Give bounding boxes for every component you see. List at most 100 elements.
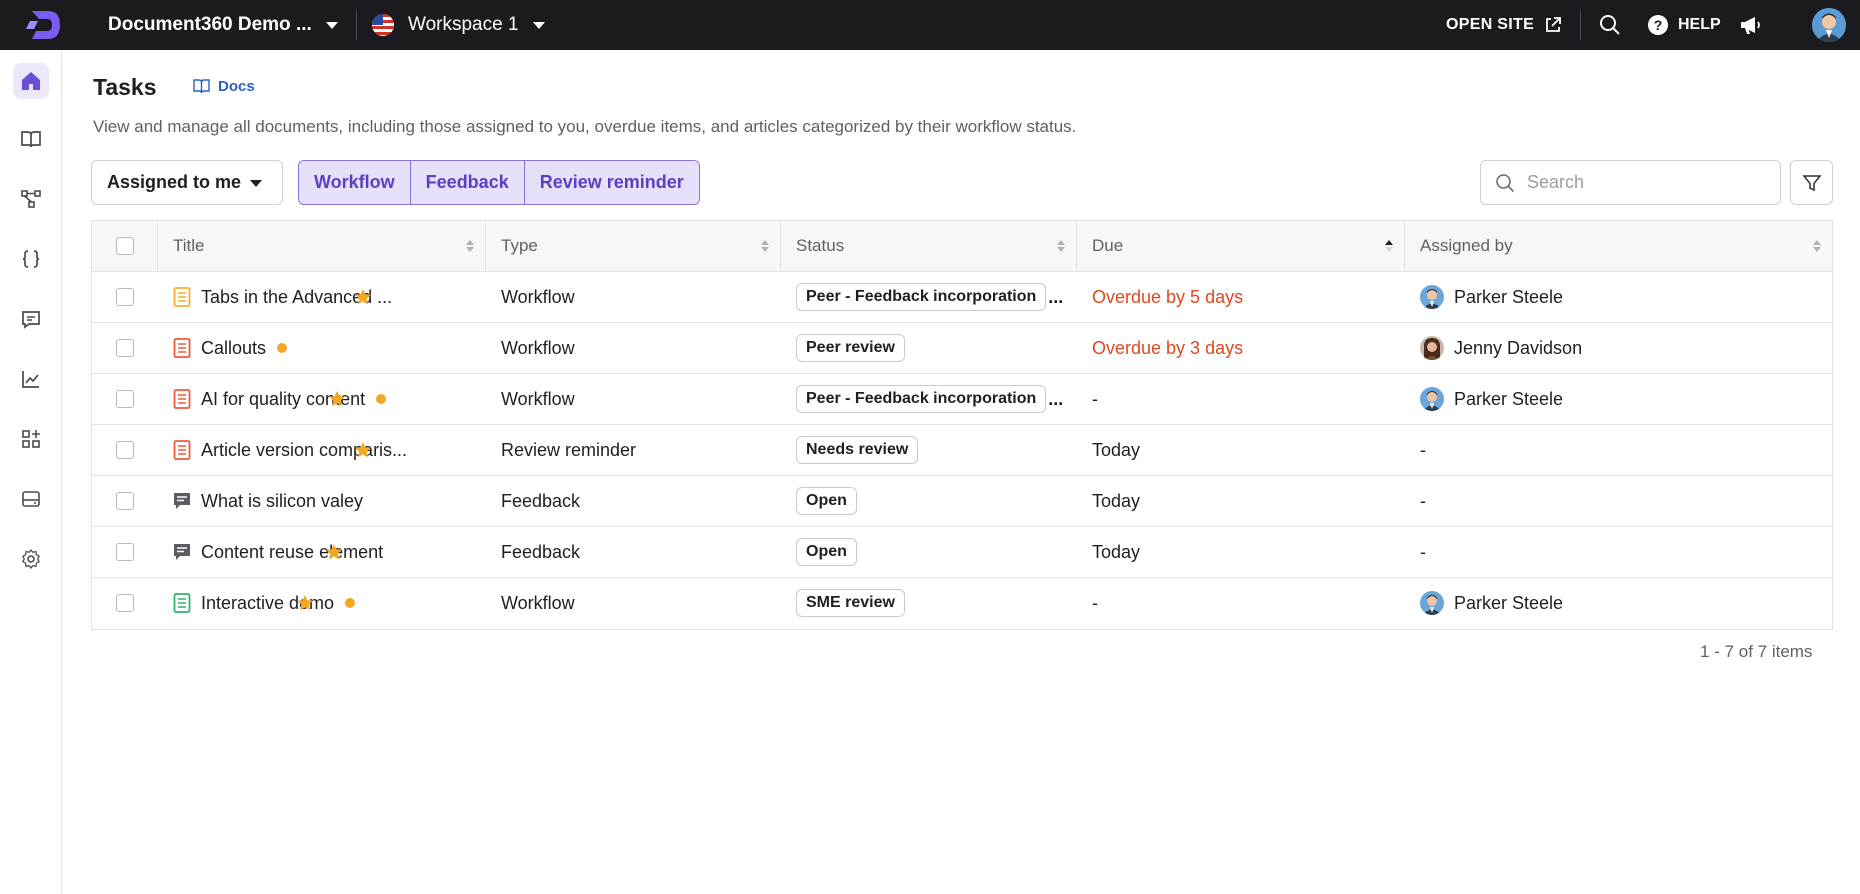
search-icon[interactable] [1598,13,1622,37]
avatar [1420,591,1444,615]
table-body: Tabs in the Advanced ... Workflow Peer - F… [92,272,1832,629]
due-overdue: Overdue by 3 days [1092,337,1244,358]
task-title: Article version comparis... [201,439,408,460]
task-title: Callouts [201,337,267,358]
status-overflow-ellipsis: ... [1048,388,1064,409]
star-icon[interactable] [296,594,314,612]
star-icon[interactable] [325,543,343,561]
document360-logo-icon[interactable] [26,7,64,43]
gear-icon [22,548,40,569]
search-input[interactable] [1527,172,1767,193]
book-icon [193,79,210,94]
title-cell[interactable]: Content reuse element [158,527,486,577]
table-row[interactable]: Content reuse element Feedback Open Today - [92,527,1832,578]
table-row[interactable]: Tabs in the Advanced ... Workflow Peer - F… [92,272,1832,323]
segment-review-reminder[interactable]: Review reminder [524,161,699,204]
assigned-to-label: Assigned to me [107,172,242,192]
assigned-by-cell: Parker Steele [1405,578,1832,628]
sidebar [0,50,62,894]
home-icon [22,72,40,90]
column-header-label: Due [1092,236,1124,255]
status-cell: Peer - Feedback incorporation... [781,272,1077,322]
title-cell[interactable]: Callouts [158,323,486,373]
sidebar-item-documentation[interactable] [13,121,49,157]
status-badge: Open [796,487,857,515]
row-checkbox[interactable] [116,543,134,561]
table-row[interactable]: What is silicon valey Feedback Open Today - [92,476,1832,527]
column-header-label: Assigned by [1420,236,1513,255]
workflow-icon [21,190,41,208]
status-cell: SME review [781,578,1077,628]
assignee: Parker Steele [1420,285,1563,309]
sidebar-item-analytics[interactable] [13,361,49,397]
sort-icon [1057,240,1065,252]
column-header-type[interactable]: Type [486,221,781,271]
table-row[interactable]: Article version comparis... Review remind… [92,425,1832,476]
filter-button[interactable] [1790,160,1833,205]
help-button[interactable]: ? HELP [1648,0,1721,50]
external-link-icon [1546,17,1561,32]
title-cell[interactable]: Tabs in the Advanced ... [158,272,486,322]
type-cell: Feedback [501,490,581,511]
row-checkbox[interactable] [116,339,134,357]
title-cell[interactable]: Article version comparis... [158,425,486,475]
docs-link[interactable]: Docs [193,78,255,95]
table-row[interactable]: Callouts Workflow Peer review Overdue by 3 … [92,323,1832,374]
row-select-cell [92,323,158,373]
user-avatar[interactable] [1812,8,1846,42]
column-header-status[interactable]: Status [781,221,1077,271]
sidebar-item-widgets[interactable] [13,481,49,517]
sidebar-item-feedback[interactable] [13,301,49,337]
comment-icon [22,311,40,329]
table-row[interactable]: AI for quality content Workflow Peer - Fee… [92,374,1832,425]
tasks-table: Title Type Status Due Assigned by Tabs i… [91,220,1833,630]
code-braces-icon [22,250,40,268]
sidebar-item-workflow[interactable] [13,181,49,217]
workspace-selector[interactable]: Workspace 1 [372,0,545,50]
row-select-cell [92,476,158,526]
column-header-title[interactable]: Title [158,221,486,271]
sort-icon [1813,240,1821,252]
title-cell[interactable]: What is silicon valey [158,476,486,526]
help-icon: ? [1648,15,1668,35]
title-cell[interactable]: AI for quality content [158,374,486,424]
select-all-checkbox[interactable] [115,237,134,255]
type-cell: Review reminder [501,439,637,460]
apps-icon [22,430,40,448]
row-checkbox[interactable] [116,492,134,510]
segment-feedback[interactable]: Feedback [410,161,525,204]
assigned-by-cell: - [1405,527,1832,577]
filter-icon [1801,174,1822,191]
sidebar-item-api[interactable] [13,241,49,277]
assignee: - [1420,542,1426,563]
assignee: - [1420,491,1426,512]
assigned-to-dropdown[interactable]: Assigned to me [91,160,283,205]
unsaved-dot-indicator [345,598,356,608]
sidebar-item-home[interactable] [13,63,49,99]
row-checkbox[interactable] [116,594,134,612]
column-header-due[interactable]: Due [1077,221,1405,271]
star-icon[interactable] [328,390,346,408]
sidebar-item-settings[interactable] [13,541,49,577]
announcement-icon[interactable] [1738,13,1762,37]
segment-workflow[interactable]: Workflow [299,161,411,204]
status-cell: Open [781,476,1077,526]
assigned-by-cell: - [1405,425,1832,475]
sidebar-item-integrations[interactable] [13,421,49,457]
table-row[interactable]: Interactive demo Workflow SME review - Parke… [92,578,1832,629]
open-site-button[interactable]: OPEN SITE [1446,0,1562,50]
row-checkbox[interactable] [116,441,134,459]
article-icon-red [173,440,191,460]
column-header-assigned-by[interactable]: Assigned by [1405,221,1832,271]
status-cell: Peer - Feedback incorporation... [781,374,1077,424]
assigned-by-cell: Parker Steele [1405,272,1832,322]
assignee-name: Parker Steele [1454,286,1564,307]
type-cell: Workflow [501,337,575,358]
project-selector[interactable]: Document360 Demo ... [108,0,338,50]
title-cell[interactable]: Interactive demo [158,578,486,628]
star-icon[interactable] [354,441,372,459]
star-icon[interactable] [354,288,372,306]
row-checkbox[interactable] [116,390,134,408]
pagination-summary: 1 - 7 of 7 items [1700,642,1813,661]
row-checkbox[interactable] [116,288,134,306]
